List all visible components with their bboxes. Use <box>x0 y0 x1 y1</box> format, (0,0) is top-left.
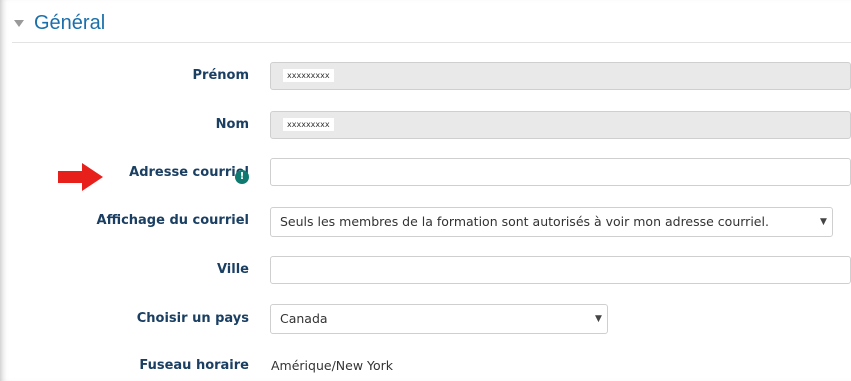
timezone-value: Amérique/New York <box>271 358 394 373</box>
red-arrow-icon <box>58 163 103 191</box>
caret-down-icon: ▼ <box>595 314 602 324</box>
lastname-label: Nom <box>215 117 249 132</box>
timezone-label: Fuseau horaire <box>139 358 249 373</box>
email-label-text: Adresse courriel <box>129 165 249 180</box>
city-label: Ville <box>216 262 249 277</box>
country-selected: Canada <box>280 311 328 326</box>
email-display-selected: Seuls les membres de la formation sont a… <box>280 214 769 229</box>
section-header-general[interactable]: Général <box>12 12 851 43</box>
lastname-field: xxxxxxxxx <box>270 111 851 139</box>
email-input[interactable] <box>270 158 851 186</box>
form-panel: Général Prénom xxxxxxxxx Nom xxxxxxxxx A… <box>0 0 851 381</box>
country-select[interactable]: Canada ▼ <box>270 304 608 334</box>
caret-down-icon: ▼ <box>820 217 827 227</box>
lastname-value: xxxxxxxxx <box>283 118 334 131</box>
firstname-value: xxxxxxxxx <box>283 69 334 82</box>
email-display-select[interactable]: Seuls les membres de la formation sont a… <box>270 207 833 237</box>
email-label: Adresse courriel <box>129 165 249 180</box>
info-icon[interactable]: ! <box>235 170 249 184</box>
firstname-label: Prénom <box>192 68 250 83</box>
email-display-label: Affichage du courriel <box>96 213 249 228</box>
city-input[interactable] <box>270 256 851 284</box>
firstname-field: xxxxxxxxx <box>270 62 851 90</box>
section-title[interactable]: Général <box>34 12 105 35</box>
chevron-down-icon[interactable] <box>14 20 24 27</box>
country-label: Choisir un pays <box>136 311 249 326</box>
